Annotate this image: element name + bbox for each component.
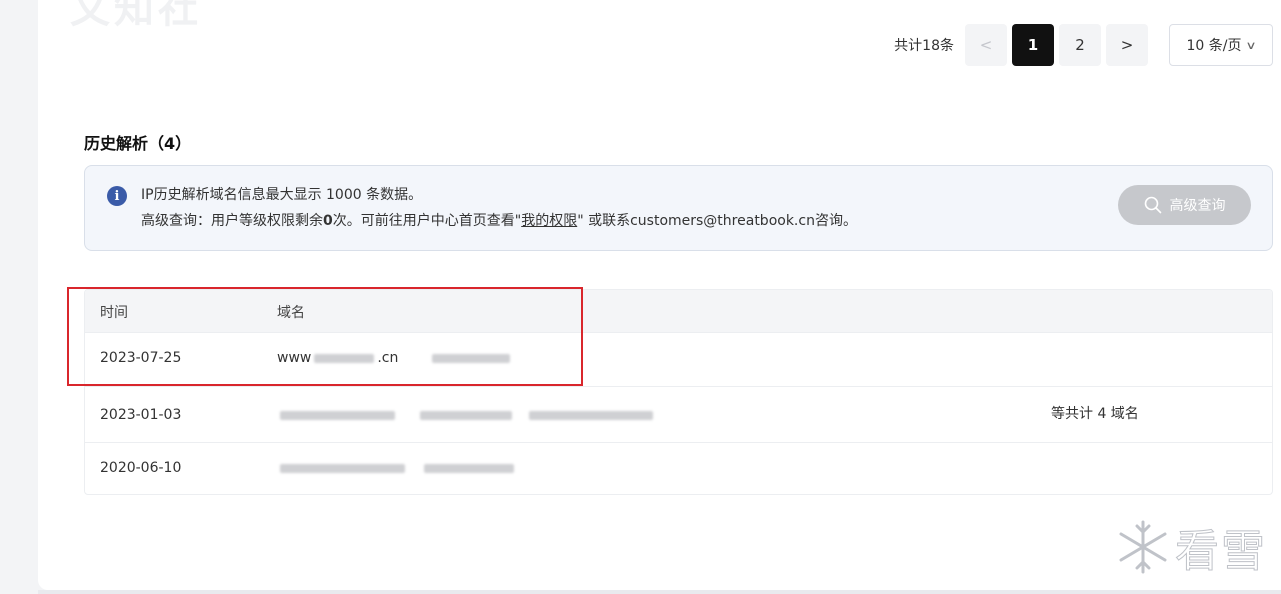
- table-row: 2020-06-10: [85, 442, 1272, 494]
- info-icon: i: [107, 186, 127, 206]
- redacted-block: [424, 463, 514, 473]
- notice-line-2-mid: 次。可前往用户中心首页查看": [332, 213, 522, 229]
- search-icon: [1144, 196, 1161, 214]
- page-1-button[interactable]: 1: [1012, 24, 1054, 66]
- advanced-query-button[interactable]: 高级查询: [1118, 185, 1251, 225]
- kanxue-watermark: 看雪: [1117, 515, 1267, 579]
- notice-line-2-suffix: " 或联系customers@threatbook.cn咨询。: [577, 213, 857, 229]
- page-size-value: 10 条/页: [1186, 38, 1242, 54]
- row-time: 2020-06-10: [100, 460, 182, 476]
- table-row: 2023-01-03 等共计 4 域名: [85, 386, 1272, 442]
- redacted-block: [529, 410, 653, 420]
- watermark-text: 看雪: [1175, 526, 1267, 578]
- highlight-box: [67, 287, 583, 386]
- notice-line-2-prefix: 高级查询：用户等级权限剩余: [141, 213, 323, 229]
- redacted-block: [280, 463, 405, 473]
- page-2-button[interactable]: 2: [1059, 24, 1101, 66]
- prev-page-button[interactable]: <: [965, 24, 1007, 66]
- row-domain[interactable]: [277, 407, 656, 423]
- redacted-block: [280, 410, 395, 420]
- pagination: 共计18条 < 1 2 > 10 条/页 ∨: [894, 24, 1273, 66]
- card-shadow: [38, 590, 1281, 594]
- next-page-button[interactable]: >: [1106, 24, 1148, 66]
- top-watermark: 文知社: [70, 0, 290, 32]
- info-notice: i IP历史解析域名信息最大显示 1000 条数据。 高级查询：用户等级权限剩余…: [84, 165, 1273, 251]
- my-permissions-link[interactable]: 我的权限: [521, 213, 577, 229]
- chevron-down-icon: ∨: [1245, 38, 1258, 52]
- section-title: 历史解析（4）: [84, 134, 192, 153]
- pagination-total: 共计18条: [894, 38, 954, 54]
- remaining-count: 0: [323, 213, 333, 229]
- notice-line-1: IP历史解析域名信息最大显示 1000 条数据。: [141, 187, 423, 203]
- notice-line-2: 高级查询：用户等级权限剩余0次。可前往用户中心首页查看"我的权限" 或联系cus…: [141, 210, 857, 230]
- page-size-select[interactable]: 10 条/页 ∨: [1169, 24, 1273, 66]
- row-domain[interactable]: [277, 460, 517, 476]
- domain-count: 等共计 4 域名: [1051, 406, 1139, 422]
- advanced-query-label: 高级查询: [1169, 198, 1226, 214]
- redacted-block: [420, 410, 512, 420]
- snowflake-icon: [1119, 520, 1167, 574]
- row-time: 2023-01-03: [100, 407, 182, 423]
